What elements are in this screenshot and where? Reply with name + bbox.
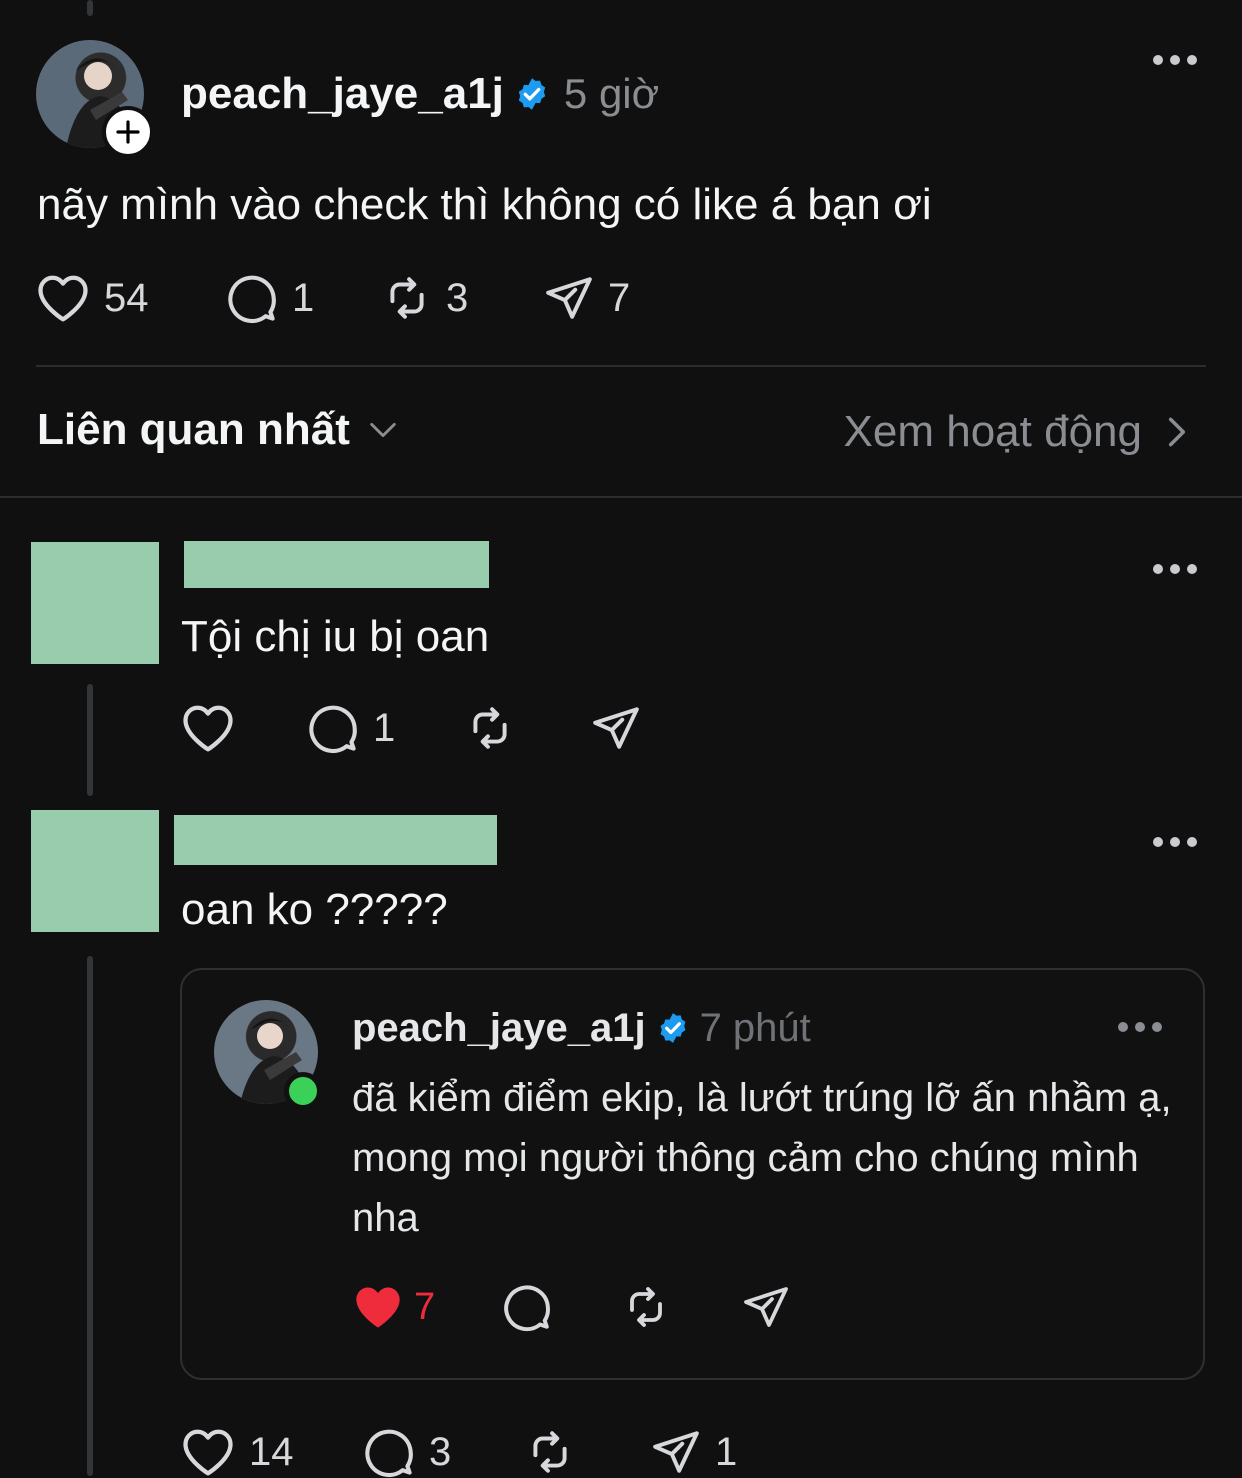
comment-1-actions: 1: [181, 702, 671, 754]
quoted-actions: 7: [352, 1282, 822, 1332]
comment-1-more-icon[interactable]: [1153, 564, 1197, 574]
comment-2-username-redacted: [174, 815, 497, 865]
repost-icon: [473, 707, 507, 749]
quoted-reply-button[interactable]: [502, 1282, 622, 1332]
verified-icon: [656, 1011, 690, 1045]
view-activity-link[interactable]: Xem hoạt động: [844, 407, 1190, 457]
quoted-repost-button[interactable]: [622, 1282, 742, 1332]
repost-icon: [533, 1431, 567, 1473]
thread-line-top: [87, 0, 93, 16]
post-repost-button[interactable]: 3: [382, 272, 544, 324]
quoted-more-icon[interactable]: [1118, 1022, 1162, 1032]
comment-2-more-icon[interactable]: [1153, 837, 1197, 847]
heart-icon: [356, 1287, 400, 1328]
verified-icon: [514, 76, 550, 112]
share-icon: [653, 1431, 699, 1473]
chevron-right-icon: [1168, 417, 1186, 447]
follow-plus-icon[interactable]: [102, 106, 154, 158]
post-actions: 54 1 3 7: [36, 272, 664, 324]
comment-2-repost-button[interactable]: [525, 1426, 651, 1478]
heart-icon: [183, 1429, 233, 1476]
post-time: 5 giờ: [563, 70, 660, 117]
share-icon: [593, 707, 639, 749]
post-like-button[interactable]: 54: [36, 272, 226, 324]
post-share-button[interactable]: 7: [544, 272, 664, 324]
sort-label: Liên quan nhất: [37, 405, 350, 454]
quoted-header: peach_jaye_a1j 7 phút: [352, 1004, 811, 1052]
comment-2-reply-button[interactable]: 3: [363, 1426, 525, 1478]
share-icon: [744, 1287, 788, 1327]
comment-1-repost-button[interactable]: [465, 702, 591, 754]
comment-2-share-button[interactable]: 1: [651, 1426, 771, 1478]
quoted-time: 7 phút: [699, 1005, 811, 1050]
section-divider: [0, 496, 1242, 498]
comment-icon: [228, 275, 276, 324]
comment-2-like-button[interactable]: 14: [181, 1426, 363, 1478]
comment-1-username-redacted: [184, 541, 489, 588]
comment-2-text: oan ko ?????: [181, 885, 448, 934]
quoted-share-button[interactable]: [742, 1282, 822, 1332]
post-like-count: 54: [104, 275, 149, 320]
author-username[interactable]: peach_jaye_a1j: [181, 69, 504, 119]
comment-1-reply-count: 1: [373, 705, 396, 750]
quoted-username[interactable]: peach_jaye_a1j: [352, 1006, 646, 1051]
repost-icon: [630, 1287, 662, 1327]
comment-icon: [309, 705, 357, 754]
post-reply-count: 1: [292, 275, 315, 320]
post-more-icon[interactable]: [1153, 55, 1197, 65]
sort-dropdown[interactable]: Liên quan nhất: [37, 405, 400, 455]
comment-1-avatar-redacted: [31, 542, 159, 664]
comment-2-share-count: 1: [715, 1429, 738, 1474]
comment-2-avatar-redacted: [31, 810, 159, 932]
comment-1-thread-line: [87, 684, 93, 796]
post-text: nãy mình vào check thì không có like á b…: [37, 180, 932, 229]
post-repost-count: 3: [446, 275, 469, 320]
chevron-down-icon: [370, 422, 396, 438]
comment-2-actions: 14 3 1: [181, 1426, 771, 1478]
comment-2-reply-count: 3: [429, 1429, 452, 1474]
post-header: peach_jaye_a1j 5 giờ: [181, 66, 659, 122]
comment-icon: [365, 1429, 413, 1478]
comment-icon: [504, 1285, 550, 1332]
comment-1-share-button[interactable]: [591, 702, 671, 754]
comment-1-text: Tội chị iu bị oan: [181, 612, 490, 661]
comment-2-like-count: 14: [249, 1429, 294, 1474]
view-activity-label: Xem hoạt động: [843, 407, 1142, 456]
repost-icon: [390, 277, 424, 319]
post-share-count: 7: [608, 275, 631, 320]
post-divider: [36, 365, 1206, 367]
share-icon: [546, 277, 592, 319]
comment-1-like-button[interactable]: [181, 702, 307, 754]
quoted-like-count: 7: [414, 1285, 436, 1328]
comment-2-thread-line: [87, 956, 93, 1476]
comment-1-reply-button[interactable]: 1: [307, 702, 465, 754]
quoted-like-button[interactable]: 7: [352, 1282, 502, 1332]
post-reply-button[interactable]: 1: [226, 272, 382, 324]
heart-icon: [38, 275, 88, 322]
online-status-dot: [284, 1072, 322, 1110]
quoted-text: đã kiểm điểm ekip, là lướt trúng lỡ ấn n…: [352, 1076, 1172, 1240]
heart-icon: [183, 705, 233, 752]
